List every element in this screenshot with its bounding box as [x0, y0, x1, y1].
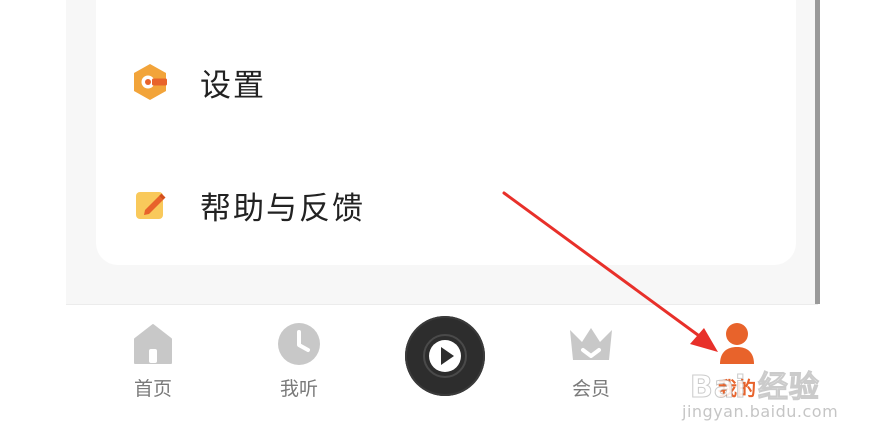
scrollbar[interactable]	[815, 0, 820, 304]
settings-hex-icon	[130, 62, 170, 102]
clock-icon	[275, 320, 323, 368]
user-icon	[713, 320, 761, 368]
tab-listened[interactable]: 我听	[249, 320, 349, 410]
tab-vip[interactable]: 会员	[541, 320, 641, 410]
tab-mine[interactable]: 我的	[687, 320, 787, 410]
tab-label: 首页	[133, 378, 172, 400]
app-root: 设置 帮助与反馈 首页 我听 会员 我的 Bai 经验 jingyan.baid…	[0, 0, 890, 444]
tab-home[interactable]: 首页	[103, 320, 203, 410]
menu-item-label: 帮助与反馈	[200, 190, 365, 227]
menu-item-help-feedback[interactable]: 帮助与反馈	[130, 175, 770, 235]
menu-item-settings[interactable]: 设置	[130, 52, 770, 112]
edit-note-icon	[130, 185, 170, 225]
home-icon	[129, 320, 177, 368]
menu-item-label: 设置	[200, 67, 266, 104]
tab-label: 会员	[571, 378, 610, 400]
tab-label: 我听	[279, 378, 318, 400]
tab-label: 我的	[717, 378, 756, 400]
play-icon	[423, 334, 467, 378]
play-button[interactable]	[405, 316, 485, 396]
crown-icon	[567, 320, 615, 368]
